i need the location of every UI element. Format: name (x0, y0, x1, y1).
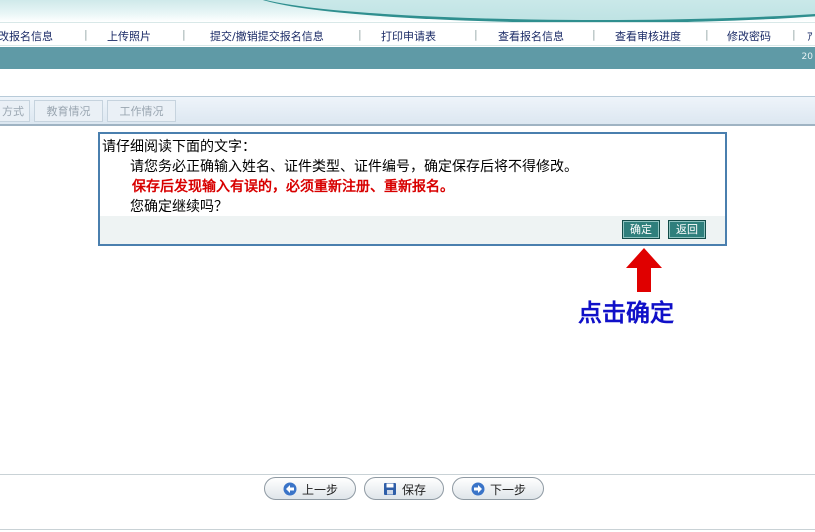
prev-step-label: 上一步 (302, 483, 339, 497)
prev-step-button[interactable]: 上一步 (264, 477, 356, 500)
menu-separator: | (358, 28, 362, 41)
menu-separator: | (182, 28, 186, 41)
menu-separator: | (84, 28, 88, 41)
dialog-message: 请您务必正确输入姓名、证件类型、证件编号，确定保存后将不得修改。 (130, 159, 578, 175)
dialog-question: 您确定继续吗？ (130, 199, 228, 215)
annotation-click-confirm: 点击确定 (578, 298, 674, 327)
menu-upload-photo[interactable]: 上传照片 (107, 28, 151, 44)
next-step-label: 下一步 (490, 483, 527, 497)
bottom-divider (0, 474, 815, 475)
dialog-button-row: 确定 返回 (100, 216, 725, 244)
confirm-dialog: 请仔细阅读下面的文字： 请您务必正确输入姓名、证件类型、证件编号，确定保存后将不… (98, 132, 727, 246)
menu-change-password[interactable]: 修改密码 (727, 28, 771, 44)
save-label: 保存 (402, 483, 427, 497)
confirm-button[interactable]: 确定 (622, 220, 660, 239)
menu-submit-revoke[interactable]: 提交/撤销提交报名信息 (210, 28, 324, 44)
menu-edit-registration[interactable]: 改报名信息 (0, 28, 53, 44)
top-menu-bar: 改报名信息 | 上传照片 | 提交/撤销提交报名信息 | 打印申请表 | 查看报… (0, 22, 815, 46)
status-date: 20 (801, 52, 813, 62)
menu-view-registration[interactable]: 查看报名信息 (498, 28, 564, 44)
tab-education[interactable]: 教育情况 (34, 100, 103, 122)
tab-contact-method[interactable]: 方式 (0, 100, 30, 122)
back-button[interactable]: 返回 (668, 220, 706, 239)
section-tab-bar: 方式 教育情况 工作情况 (0, 96, 815, 126)
header-banner (0, 0, 815, 22)
footer-divider (0, 529, 815, 530)
status-bar: 20 (0, 47, 815, 69)
menu-item-truncated[interactable]: ｱ (807, 28, 813, 44)
floppy-disk-icon (384, 483, 396, 495)
banner-swoosh (250, 0, 815, 22)
red-arrow-icon (626, 248, 662, 292)
arrow-left-icon (283, 482, 297, 496)
menu-separator: | (474, 28, 478, 41)
arrow-right-icon (471, 482, 485, 496)
menu-separator: | (792, 28, 796, 41)
menu-separator: | (592, 28, 596, 41)
dialog-heading: 请仔细阅读下面的文字： (102, 139, 256, 155)
menu-separator: | (705, 28, 709, 41)
tab-work-experience[interactable]: 工作情况 (107, 100, 176, 122)
dialog-warning: 保存后发现输入有误的，必须重新注册、重新报名。 (132, 179, 454, 195)
next-step-button[interactable]: 下一步 (452, 477, 544, 500)
menu-review-progress[interactable]: 查看审核进度 (615, 28, 681, 44)
save-button[interactable]: 保存 (364, 477, 444, 500)
menu-print-application[interactable]: 打印申请表 (381, 28, 436, 44)
